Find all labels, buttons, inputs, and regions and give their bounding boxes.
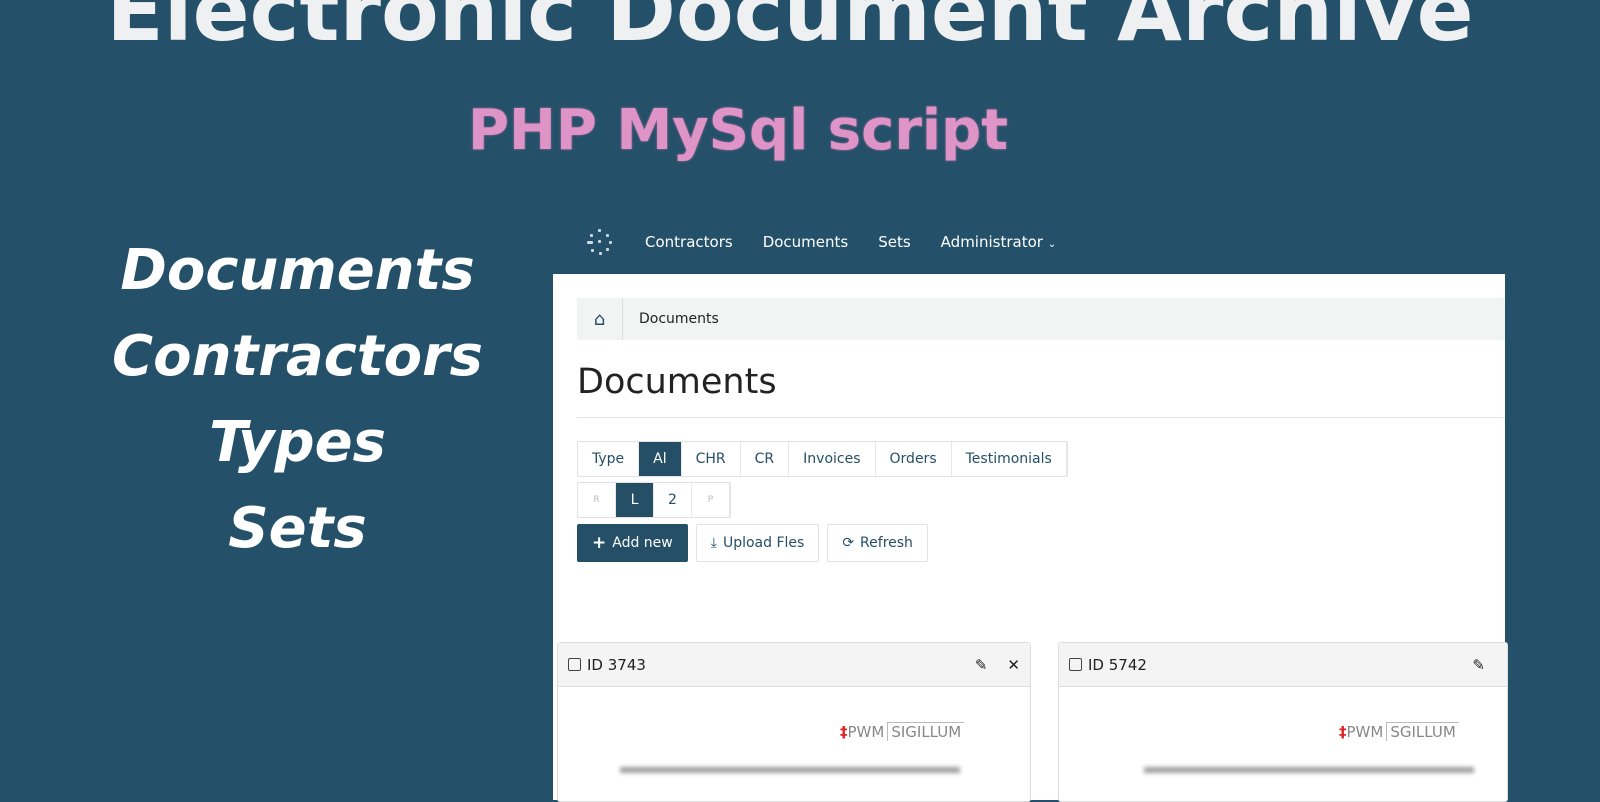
tab-type[interactable]: Type [578,442,640,476]
close-icon[interactable]: ✕ [1007,656,1020,674]
upload-files-button[interactable]: ⤓ Upload Fles [695,524,820,562]
add-new-button[interactable]: + Add new [577,524,688,562]
feature-item: Types [209,410,386,475]
nav-administrator[interactable]: Administrator ⌄ [941,233,1056,251]
upload-icon: ⤓ [710,535,717,551]
document-card: ID 5742 ✎ ‡PWM SGILLUM [1058,642,1508,802]
page-title: Documents [577,362,777,402]
tab-invoices[interactable]: Invoices [789,442,876,476]
breadcrumb: ⌂ Documents [577,298,1505,340]
refresh-icon: ⟳ [842,535,855,551]
document-preview-text [620,767,960,773]
chevron-down-icon: ⌄ [1047,239,1057,250]
divider [577,417,1505,418]
tab-chr[interactable]: CHR [682,442,741,476]
card-header: ID 3743 ✎ ✕ [558,643,1030,687]
tab-orders[interactable]: Orders [876,442,952,476]
document-id: ID 5742 [1088,655,1147,674]
document-id: ID 3743 [587,655,646,674]
nav-contractors[interactable]: Contractors [645,233,733,251]
nav-sets[interactable]: Sets [878,233,910,251]
logo-brand2: SGILLUM [1386,722,1459,741]
feature-item: Sets [228,496,367,561]
add-new-label: Add new [612,535,673,551]
document-preview-logo: ‡PWM SGILLUM [1339,722,1459,741]
main-panel: ⌂ Documents Documents Type Al CHR CR Inv… [553,274,1508,802]
pager-page-2[interactable]: 2 [654,483,692,517]
edit-pencil-icon[interactable]: ✎ [1472,656,1485,674]
pager-prev[interactable]: R [578,483,616,517]
document-preview-text [1144,767,1474,773]
select-checkbox[interactable] [1069,658,1082,671]
refresh-button[interactable]: ⟳ Refresh [827,524,928,562]
pagination: R L 2 P [577,482,731,518]
upload-label: Upload Fles [722,535,805,551]
action-toolbar: + Add new ⤓ Upload Fles ⟳ Refresh [577,524,928,562]
select-checkbox[interactable] [568,658,581,671]
nav-administrator-label: Administrator [940,233,1043,251]
plus-icon: + [592,533,607,553]
top-nav: Contractors Documents Sets Administrator… [585,222,1056,262]
feature-item: Contractors [112,324,483,389]
logo-brand: PWM [847,723,885,741]
logo-brand2: SIGILLUM [887,722,965,741]
pager-next[interactable]: P [692,483,730,517]
feature-list: Documents Contractors Types Sets [100,228,495,572]
edit-pencil-icon[interactable]: ✎ [975,656,988,674]
type-filter-tabs: Type Al CHR CR Invoices Orders Testimoni… [577,441,1068,477]
banner-subtitle: PHP MySql script [468,98,1008,163]
logo-brand: PWM [1346,723,1384,741]
breadcrumb-current: Documents [639,311,719,327]
tab-all[interactable]: Al [639,442,682,476]
document-card: ID 3743 ✎ ✕ ‡PWM SIGILLUM [557,642,1031,802]
nav-documents[interactable]: Documents [763,233,849,251]
pager-page-1[interactable]: L [616,483,654,517]
document-preview-logo: ‡PWM SIGILLUM [840,722,965,741]
tab-cr[interactable]: CR [741,442,790,476]
refresh-label: Refresh [860,535,913,551]
logo-icon[interactable] [585,227,615,257]
card-header: ID 5742 ✎ [1059,643,1507,687]
tab-testimonials[interactable]: Testimonials [952,442,1067,476]
banner-title: Electronic Document Archive [106,0,1474,60]
feature-item: Documents [120,238,475,303]
home-icon[interactable]: ⌂ [577,298,623,340]
